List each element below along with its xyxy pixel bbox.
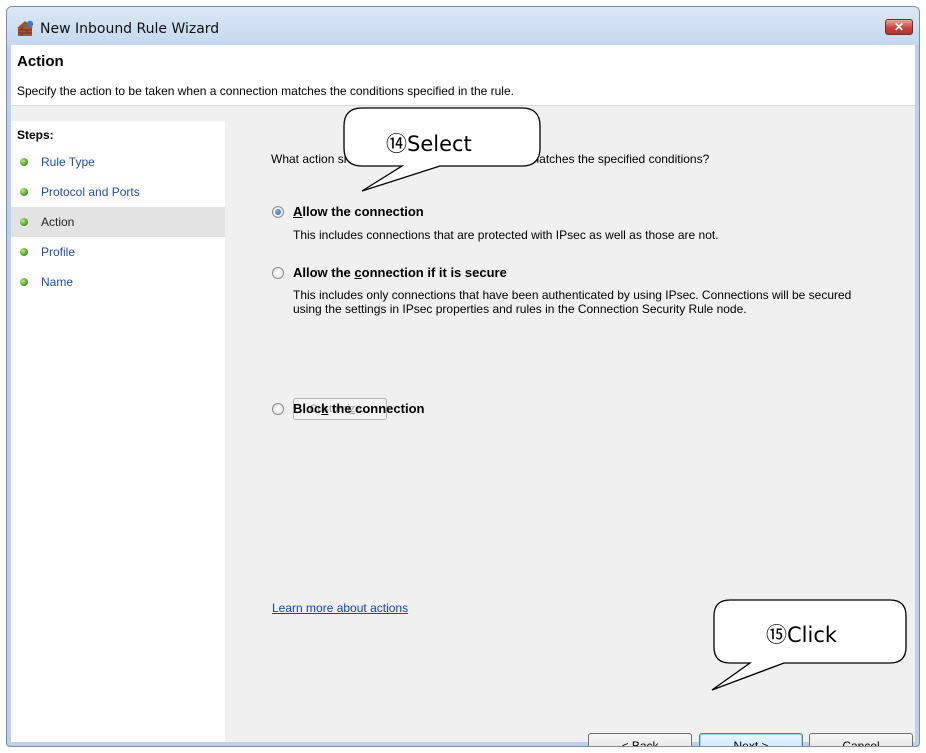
select-callout-text: ⑭Select [386, 132, 472, 156]
click-callout-text: ⑮Click [766, 623, 838, 647]
